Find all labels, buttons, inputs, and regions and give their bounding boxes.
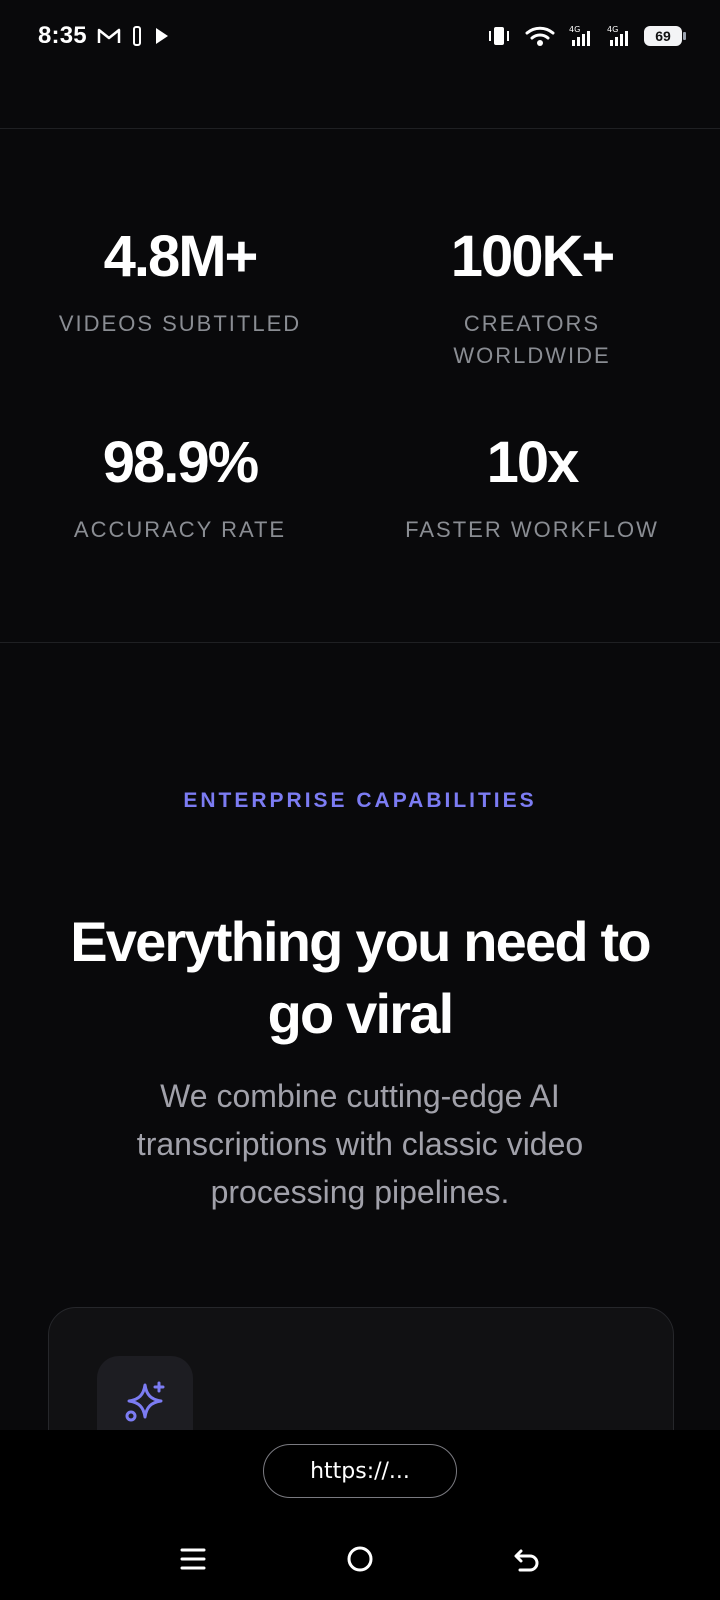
back-arrow-icon — [511, 1543, 543, 1580]
bluetooth-file-icon — [131, 25, 143, 47]
stats-section: 4.8M+ VIDEOS SUBTITLED 100K+ CREATORS WO… — [0, 128, 720, 642]
stat-label: ACCURACY RATE — [73, 517, 287, 542]
svg-text:4G: 4G — [569, 25, 580, 34]
gmail-icon — [97, 27, 121, 45]
stat-value: 100K+ — [450, 224, 616, 289]
stat-label: FASTER WORKFLOW — [405, 517, 659, 542]
status-left-group: 8:35 — [38, 22, 171, 50]
stat-value: 4.8M+ — [103, 224, 259, 289]
android-navigation-bar — [0, 1522, 720, 1600]
home-circle-icon — [344, 1543, 376, 1580]
play-icon — [153, 26, 171, 46]
stat-accuracy-rate: 98.9% ACCURACY RATE — [0, 434, 360, 546]
vibrate-icon — [486, 24, 512, 48]
stat-value: 10x — [486, 430, 580, 495]
status-bar: 8:35 4G 4G 69 — [0, 0, 720, 72]
section-eyebrow: ENTERPRISE CAPABILITIES — [183, 789, 537, 812]
battery-icon: 69 — [644, 26, 686, 46]
sparkle-icon — [121, 1378, 169, 1431]
section-description: We combine cutting-edge AI transcription… — [136, 1078, 584, 1210]
stat-label: CREATORS WORLDWIDE — [453, 311, 611, 368]
status-right-group: 4G 4G 69 — [486, 24, 686, 48]
browser-bottom-overlay: https://... — [0, 1430, 720, 1600]
back-button[interactable] — [499, 1533, 555, 1589]
signal-4g-icon: 4G — [568, 24, 594, 48]
mobile-screen: 8:35 4G 4G 69 4.8M+ VIDEOS SUBTITLED 100… — [0, 0, 720, 1600]
svg-text:4G: 4G — [607, 25, 618, 34]
stat-faster-workflow: 10x FASTER WORKFLOW — [352, 434, 712, 546]
section-headline: Everything you need to go viral — [70, 909, 651, 1045]
menu-icon — [178, 1544, 208, 1579]
wifi-icon — [524, 24, 556, 48]
signal-4g-icon: 4G — [606, 24, 632, 48]
stat-label: VIDEOS SUBTITLED — [58, 311, 302, 336]
stat-creators-worldwide: 100K+ CREATORS WORLDWIDE — [352, 228, 712, 372]
battery-level: 69 — [655, 28, 671, 44]
url-pill[interactable]: https://... — [263, 1444, 457, 1498]
capabilities-section: ENTERPRISE CAPABILITIES Everything you n… — [0, 642, 720, 1469]
stat-value: 98.9% — [102, 430, 259, 495]
home-button[interactable] — [332, 1533, 388, 1589]
stat-videos-subtitled: 4.8M+ VIDEOS SUBTITLED — [0, 228, 360, 340]
recent-apps-button[interactable] — [165, 1533, 221, 1589]
url-label: https://... — [310, 1458, 410, 1484]
status-time: 8:35 — [38, 22, 87, 49]
